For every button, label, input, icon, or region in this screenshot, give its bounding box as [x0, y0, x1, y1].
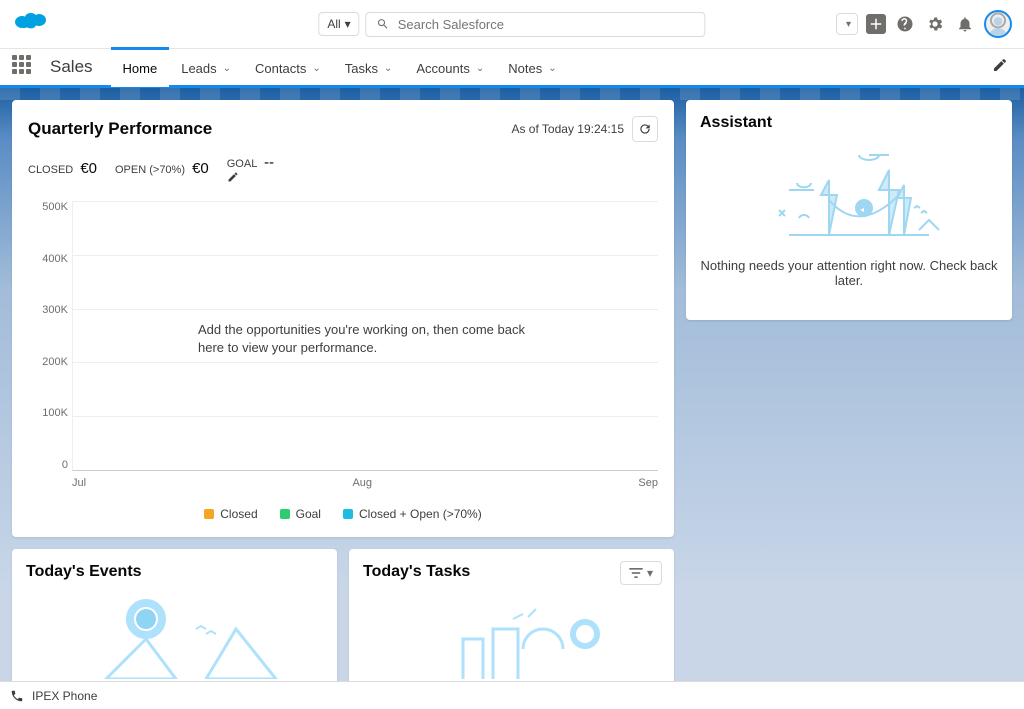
chart-empty-message: Add the opportunities you're working on,…: [198, 321, 538, 357]
y-tick-label: 300K: [28, 304, 68, 316]
x-tick-label: Jul: [72, 477, 86, 489]
favorites-button[interactable]: ▾: [836, 13, 858, 35]
assistant-message: Nothing needs your attention right now. …: [700, 258, 998, 288]
chevron-down-icon: ⌄: [548, 63, 556, 74]
x-tick-label: Sep: [638, 477, 658, 489]
card-title: Assistant: [700, 114, 998, 132]
card-title: Today's Events: [26, 563, 323, 581]
chevron-down-icon: ⌄: [384, 63, 392, 74]
salesforce-logo: [12, 10, 52, 38]
nav-tab-tasks[interactable]: Tasks ⌄: [333, 47, 405, 87]
app-name: Sales: [50, 57, 93, 77]
tasks-filter-button[interactable]: ▾: [620, 561, 662, 585]
search-scope-dropdown[interactable]: All ▾: [318, 12, 359, 36]
legend-swatch: [343, 509, 353, 519]
notifications-button[interactable]: [954, 13, 976, 35]
legend-swatch: [204, 509, 214, 519]
user-avatar[interactable]: [984, 10, 1012, 38]
chevron-down-icon: ▾: [647, 566, 653, 580]
app-nav-bar: Sales Home Leads ⌄ Contacts ⌄ Tasks ⌄ Accounts ⌄…: [0, 48, 1024, 88]
chevron-down-icon: ▾: [846, 19, 851, 30]
assistant-illustration: [700, 140, 998, 250]
metric-closed: CLOSED €0: [28, 160, 97, 177]
tasks-illustration: [363, 589, 660, 679]
refresh-button[interactable]: [632, 116, 658, 142]
y-tick-label: 0: [28, 459, 68, 471]
y-tick-label: 100K: [28, 407, 68, 419]
chevron-down-icon: ⌄: [223, 63, 231, 74]
chevron-down-icon: ▾: [345, 17, 351, 31]
chevron-down-icon: ⌄: [312, 63, 320, 74]
metric-open: OPEN (>70%) €0: [115, 160, 209, 177]
phone-icon: [10, 689, 24, 703]
header-actions: ▾: [836, 10, 1012, 38]
nav-tab-label: Contacts: [255, 61, 306, 76]
nav-tab-label: Accounts: [416, 61, 469, 76]
global-actions-button[interactable]: [866, 14, 886, 34]
nav-tab-contacts[interactable]: Contacts ⌄: [243, 47, 333, 87]
chart-legend: Closed Goal Closed + Open (>70%): [28, 507, 658, 521]
metrics-row: CLOSED €0 OPEN (>70%) €0 GOAL --: [28, 154, 658, 183]
search-icon: [377, 17, 390, 31]
pencil-icon: [227, 171, 239, 183]
nav-tab-home[interactable]: Home: [111, 47, 170, 87]
help-button[interactable]: [894, 13, 916, 35]
refresh-icon: [638, 122, 652, 136]
nav-tab-notes[interactable]: Notes ⌄: [496, 47, 568, 87]
decorative-band: [0, 88, 1024, 100]
search-input[interactable]: [398, 17, 695, 32]
hammock-illustration-icon: [749, 140, 949, 250]
edit-nav-button[interactable]: [992, 57, 1012, 77]
mountain-icon: [26, 589, 323, 679]
chevron-down-icon: ⌄: [476, 63, 484, 74]
chart-x-axis: Jul Aug Sep: [72, 477, 658, 489]
edit-goal-button[interactable]: [227, 171, 276, 183]
nav-tab-label: Home: [123, 61, 158, 76]
assistant-card: Assistant: [686, 100, 1012, 320]
x-tick-label: Aug: [352, 477, 372, 489]
card-title: Today's Tasks: [363, 563, 660, 581]
utility-phone-button[interactable]: IPEX Phone: [32, 689, 97, 703]
global-search: All ▾: [318, 12, 705, 37]
events-illustration: [26, 589, 323, 679]
utility-bar: IPEX Phone: [0, 681, 1024, 709]
nav-tab-accounts[interactable]: Accounts ⌄: [404, 47, 496, 87]
search-scope-label: All: [327, 17, 340, 31]
global-header: All ▾ ▾: [0, 0, 1024, 48]
as-of-label: As of Today 19:24:15: [511, 122, 624, 136]
city-icon: [363, 589, 660, 679]
legend-closed-open: Closed + Open (>70%): [343, 507, 482, 521]
search-box: [366, 12, 706, 37]
chart-area: 500K 400K 300K 200K 100K 0 Add the opportunit…: [28, 201, 658, 501]
nav-tab-label: Notes: [508, 61, 542, 76]
y-tick-label: 200K: [28, 356, 68, 368]
y-tick-label: 400K: [28, 253, 68, 265]
legend-swatch: [280, 509, 290, 519]
nav-tabs: Home Leads ⌄ Contacts ⌄ Tasks ⌄ Accounts ⌄ Notes ⌄: [111, 47, 569, 87]
legend-goal: Goal: [280, 507, 321, 521]
legend-closed: Closed: [204, 507, 257, 521]
y-tick-label: 500K: [28, 201, 68, 213]
nav-tab-label: Tasks: [345, 61, 378, 76]
metric-goal: GOAL --: [227, 154, 276, 183]
quarterly-performance-card: Quarterly Performance As of Today 19:24:…: [12, 100, 674, 537]
card-title: Quarterly Performance: [28, 119, 212, 139]
setup-button[interactable]: [924, 13, 946, 35]
nav-tab-leads[interactable]: Leads ⌄: [169, 47, 243, 87]
nav-tab-label: Leads: [181, 61, 216, 76]
app-launcher-button[interactable]: [12, 55, 36, 79]
page-content: Quarterly Performance As of Today 19:24:…: [0, 88, 1024, 681]
filter-icon: [629, 568, 643, 578]
chart-y-axis: 500K 400K 300K 200K 100K 0: [28, 201, 68, 471]
